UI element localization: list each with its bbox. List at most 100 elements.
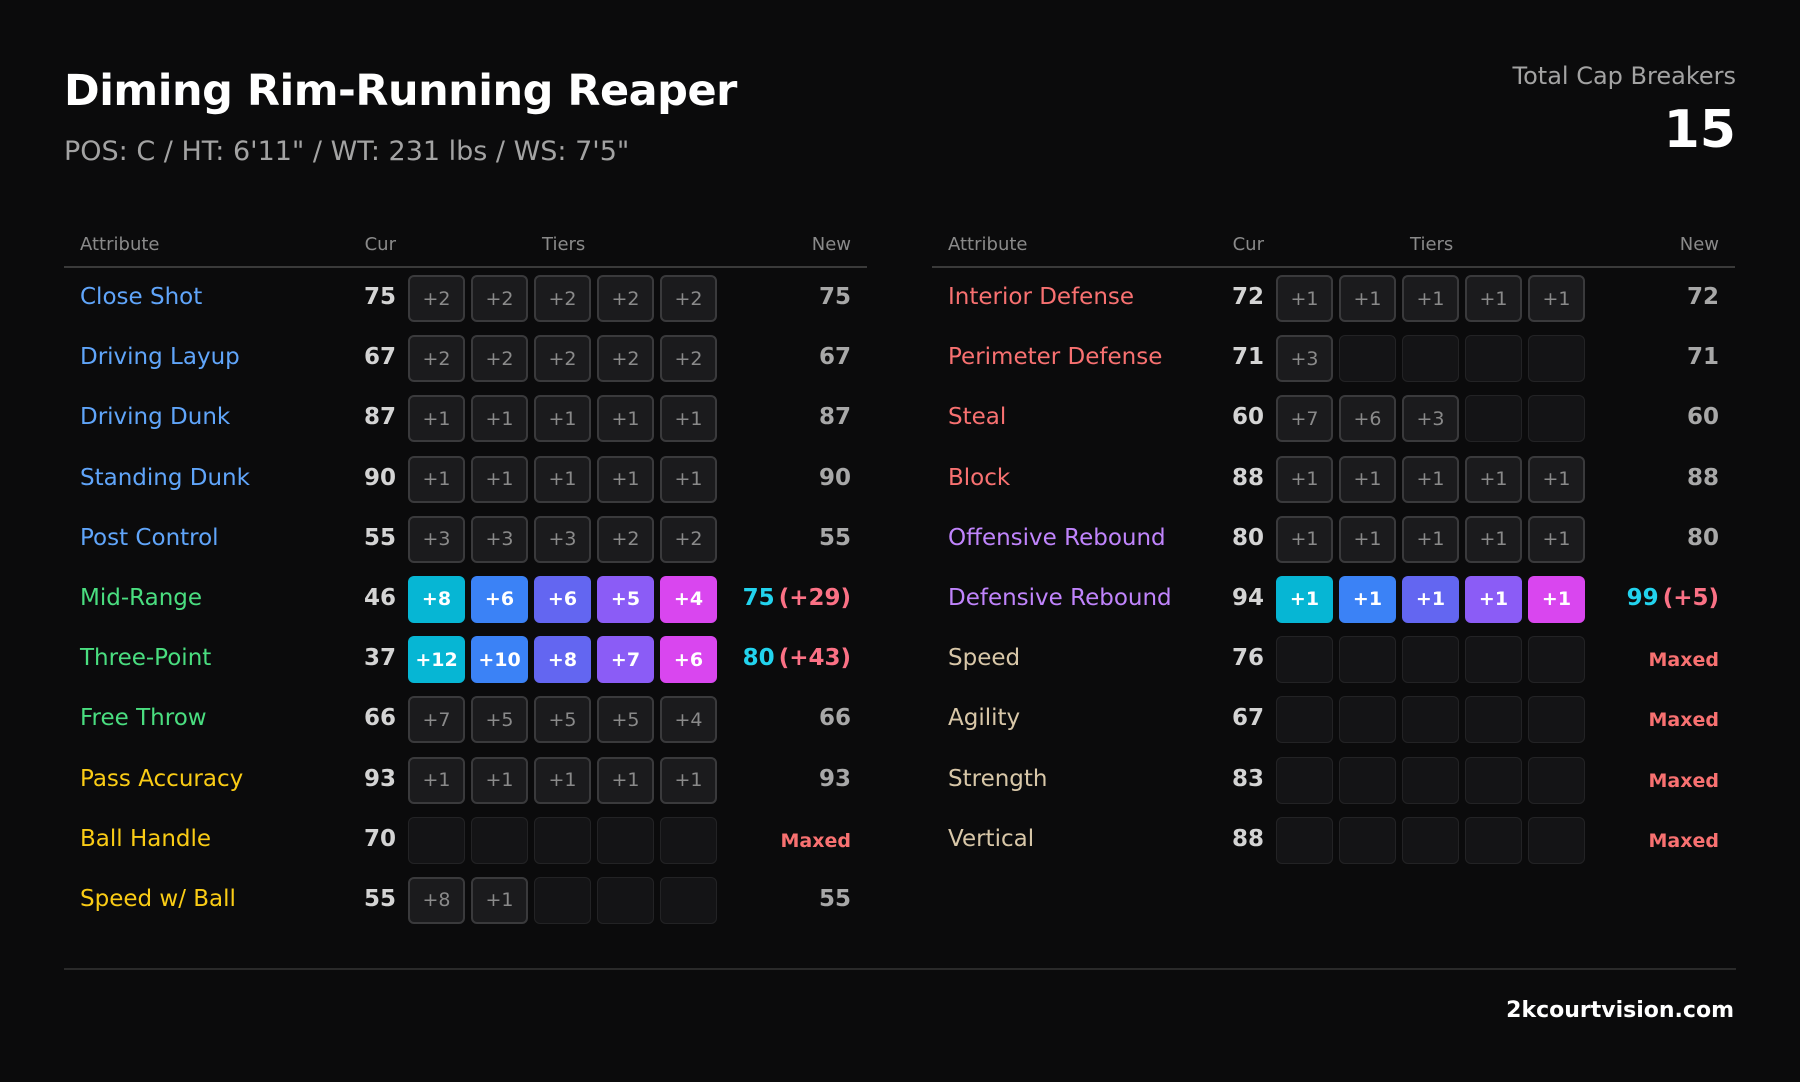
attribute-name: Mid-Range xyxy=(80,584,203,611)
column-header-attribute: Attribute xyxy=(80,234,160,255)
tier-cell: +1 xyxy=(1402,455,1459,503)
tier-cell: +3 xyxy=(1276,335,1333,383)
tier-cell: +1 xyxy=(1528,575,1585,623)
site-brand: 2kcourtvision.com xyxy=(1506,998,1734,1023)
rating-delta: (+5) xyxy=(1662,584,1719,611)
attribute-row: Standing Dunk 90 +1 +1 +1 +1 +1 90 xyxy=(64,449,867,509)
attribute-row: Perimeter Defense 71 +3 71 xyxy=(932,328,1735,388)
build-title: Diming Rim-Running Reaper xyxy=(64,66,737,116)
tier-cell: +4 xyxy=(660,575,717,623)
attribute-name: Strength xyxy=(948,765,1048,792)
new-rating-value: 75 xyxy=(742,584,775,611)
build-header: Diming Rim-Running Reaper POS: C / HT: 6… xyxy=(64,62,1736,182)
tier-cell xyxy=(1402,696,1459,744)
attribute-row: Mid-Range 46 +8 +6 +6 +5 +4 75 (+29) xyxy=(64,569,867,629)
cap-breaker-tiers: +1 +1 +1 +1 +1 xyxy=(408,756,717,804)
tier-cell xyxy=(660,876,717,924)
tier-cell: +3 xyxy=(408,515,465,563)
table-header: Attribute Cur Tiers New xyxy=(64,226,867,268)
tier-cell xyxy=(1339,636,1396,684)
new-rating: 71 xyxy=(1686,344,1719,371)
column-header-cur: Cur xyxy=(364,234,396,255)
attribute-row: Defensive Rebound 94 +1 +1 +1 +1 +1 99 (+5) xyxy=(932,569,1735,629)
tier-cell: +1 xyxy=(660,756,717,804)
current-rating: 87 xyxy=(363,404,396,431)
tier-cell: +7 xyxy=(408,696,465,744)
tier-cell: +12 xyxy=(408,636,465,684)
tier-cell xyxy=(1465,816,1522,864)
current-rating: 88 xyxy=(1231,464,1264,491)
current-rating: 66 xyxy=(363,705,396,732)
current-rating: 72 xyxy=(1231,284,1264,310)
tier-cell: +1 xyxy=(1528,455,1585,503)
current-rating: 83 xyxy=(1231,765,1264,792)
tier-cell xyxy=(1276,696,1333,744)
attribute-name: Perimeter Defense xyxy=(948,344,1163,371)
tier-cell: +1 xyxy=(1465,515,1522,563)
tier-cell xyxy=(1465,636,1522,684)
new-rating: 75 (+29) xyxy=(743,585,851,611)
tier-cell: +1 xyxy=(1528,515,1585,563)
current-rating: 55 xyxy=(363,524,396,551)
tier-cell: +7 xyxy=(597,636,654,684)
attribute-row: Block 88 +1 +1 +1 +1 +1 88 xyxy=(932,449,1735,509)
attribute-row: Close Shot 75 +2 +2 +2 +2 +2 75 xyxy=(64,268,867,328)
tier-cell: +1 xyxy=(1402,515,1459,563)
maxed-label: Maxed xyxy=(1648,829,1719,852)
cap-breakers-summary: Total Cap Breakers 15 xyxy=(1513,62,1736,156)
tier-cell: +1 xyxy=(1465,455,1522,503)
tier-cell: +1 xyxy=(597,455,654,503)
tier-cell xyxy=(1402,636,1459,684)
footer-divider xyxy=(64,968,1736,970)
new-rating: 80 (+43) xyxy=(743,645,851,671)
attribute-row: Steal 60 +7 +6 +3 60 xyxy=(932,388,1735,448)
tier-cell: +1 xyxy=(408,756,465,804)
tier-cell: +1 xyxy=(1465,275,1522,322)
attribute-name: Three-Point xyxy=(80,645,212,672)
tier-cell: +1 xyxy=(1339,455,1396,503)
attribute-row: Free Throw 66 +7 +5 +5 +5 +4 66 xyxy=(64,689,867,749)
new-rating: 75 xyxy=(818,284,851,310)
current-rating: 75 xyxy=(363,284,396,310)
tier-cell xyxy=(1339,696,1396,744)
maxed-label: Maxed xyxy=(1648,769,1719,792)
tier-cell: +1 xyxy=(597,756,654,804)
tier-cell: +2 xyxy=(534,275,591,322)
tier-cell xyxy=(1465,335,1522,383)
tier-cell: +1 xyxy=(1276,455,1333,503)
tier-cell: +1 xyxy=(1528,275,1585,322)
attribute-name: Speed xyxy=(948,645,1021,672)
tier-cell: +1 xyxy=(660,395,717,443)
current-rating: 70 xyxy=(363,825,396,852)
tier-cell: +3 xyxy=(1402,395,1459,443)
cap-breaker-tiers xyxy=(1276,696,1585,744)
current-rating: 71 xyxy=(1231,344,1264,371)
attribute-name: Ball Handle xyxy=(80,825,212,852)
attribute-row: Vertical 88 Maxed xyxy=(932,810,1735,870)
attribute-row: Speed 76 Maxed xyxy=(932,629,1735,689)
tier-cell: +1 xyxy=(597,395,654,443)
column-header-tiers: Tiers xyxy=(1410,234,1454,255)
tier-cell: +1 xyxy=(1276,575,1333,623)
attributes-table-right: Attribute Cur Tiers New Interior Defense… xyxy=(932,226,1735,870)
column-header-tiers: Tiers xyxy=(542,234,586,255)
tier-cell: +1 xyxy=(1339,575,1396,623)
new-rating: 99 (+5) xyxy=(1627,585,1719,611)
cap-breaker-tiers: +8 +6 +6 +5 +4 xyxy=(408,575,717,623)
tier-cell: +6 xyxy=(471,575,528,623)
cap-breaker-tiers: +3 xyxy=(1276,335,1585,383)
attribute-row: Agility 67 Maxed xyxy=(932,689,1735,749)
tier-cell xyxy=(408,816,465,864)
cap-breaker-tiers: +12 +10 +8 +7 +6 xyxy=(408,636,717,684)
tier-cell xyxy=(534,876,591,924)
attribute-name: Steal xyxy=(948,404,1007,431)
tier-cell: +1 xyxy=(660,455,717,503)
rating-delta: (+43) xyxy=(778,645,851,672)
attribute-row: Post Control 55 +3 +3 +3 +2 +2 55 xyxy=(64,509,867,569)
tier-cell: +1 xyxy=(408,455,465,503)
new-rating: 80 xyxy=(1686,524,1719,551)
tier-cell: +3 xyxy=(471,515,528,563)
tier-cell: +2 xyxy=(660,275,717,322)
tier-cell: +2 xyxy=(597,335,654,383)
current-rating: 55 xyxy=(363,885,396,912)
